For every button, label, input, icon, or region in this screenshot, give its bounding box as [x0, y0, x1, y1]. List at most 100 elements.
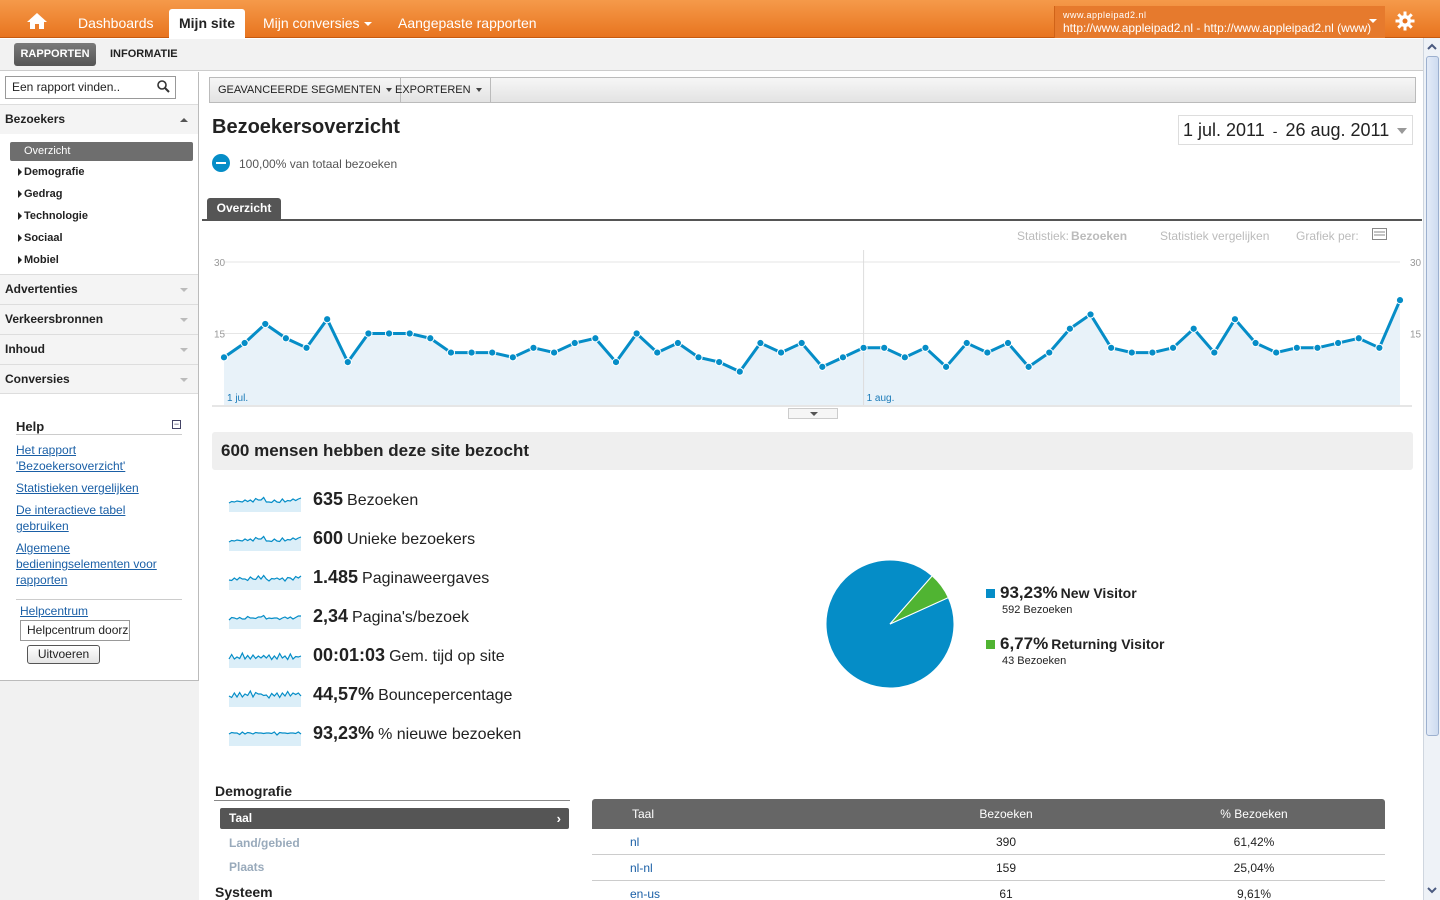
- informatie-button[interactable]: INFORMATIE: [110, 43, 178, 66]
- gear-icon[interactable]: [1389, 6, 1421, 36]
- scroll-up-icon[interactable]: [1425, 40, 1439, 54]
- advanced-segments-button[interactable]: GEAVANCEERDE SEGMENTEN: [210, 78, 401, 102]
- legend-label: New Visitor: [1060, 585, 1137, 601]
- metric-label: % nieuwe bezoeken: [378, 726, 522, 743]
- scrollbar-thumb[interactable]: [1426, 56, 1439, 736]
- data-point: [1065, 324, 1074, 333]
- data-point: [1045, 348, 1054, 357]
- nav-mijn-site-label: Mijn site: [179, 15, 236, 31]
- language-link[interactable]: en-us: [630, 881, 660, 900]
- report-search-input[interactable]: Een rapport vinden..: [5, 76, 176, 99]
- column-header-pct[interactable]: % Bezoeken: [1214, 799, 1294, 829]
- search-icon[interactable]: [157, 80, 170, 96]
- sidebar-item-label: Demografie: [24, 166, 85, 178]
- help-link-controls[interactable]: Algemene bedieningselementen voor rappor…: [16, 540, 181, 588]
- home-icon[interactable]: [14, 6, 60, 36]
- data-point: [1230, 315, 1240, 324]
- data-point: [880, 343, 889, 352]
- data-point: [735, 367, 744, 376]
- demografie-item-plaats[interactable]: Plaats: [229, 860, 264, 874]
- data-point: [281, 334, 290, 343]
- column-header-bezoeken[interactable]: Bezoeken: [966, 799, 1046, 829]
- help-link-compare[interactable]: Statistieken vergelijken: [16, 480, 181, 496]
- sidebar-item-overzicht[interactable]: Overzicht: [10, 142, 193, 161]
- data-point: [632, 329, 641, 338]
- sidebar-section-label: Conversies: [5, 372, 70, 386]
- data-point: [673, 338, 682, 348]
- tab-overzicht[interactable]: Overzicht: [207, 198, 281, 219]
- nav-mijn-site[interactable]: Mijn site: [169, 9, 246, 39]
- uitvoeren-button[interactable]: Uitvoeren: [27, 645, 100, 664]
- data-point: [261, 319, 270, 329]
- sparkline-icon: [228, 496, 302, 512]
- triangle-right-icon: [18, 212, 22, 221]
- top-navigation-bar: Dashboards Mijn site Mijn conversies Aan…: [0, 0, 1440, 39]
- scroll-down-icon[interactable]: [1425, 883, 1439, 897]
- visits-cell: 159: [995, 861, 1017, 875]
- language-link[interactable]: nl-nl: [630, 855, 653, 881]
- nav-dashboards-label: Dashboards: [78, 15, 154, 31]
- metric-label: Paginaweergaves: [362, 570, 490, 587]
- export-label: EXPORTEREN: [395, 84, 471, 96]
- sidebar-item-technologie[interactable]: Technologie: [18, 210, 88, 222]
- sidebar-item-demografie[interactable]: Demografie: [18, 166, 85, 178]
- sidebar-section-conversies[interactable]: Conversies: [0, 364, 198, 394]
- vertical-scrollbar[interactable]: [1423, 38, 1440, 900]
- sparkline-icon: [228, 574, 302, 590]
- account-url: http://www.appleipad2.nl - http://www.ap…: [1063, 21, 1372, 35]
- demografie-title: Demografie: [215, 783, 293, 799]
- data-point: [1168, 343, 1178, 352]
- legend-swatch: [986, 589, 995, 598]
- nav-mijn-conversies[interactable]: Mijn conversies: [253, 9, 382, 38]
- visits-line-chart[interactable]: 15 15 30 30 1 jul. 1 aug.: [202, 245, 1422, 408]
- visitor-type-pie-chart[interactable]: [822, 556, 958, 692]
- data-point: [942, 362, 951, 371]
- data-point: [1313, 343, 1322, 352]
- account-name: www.appleipad2.nl: [1063, 10, 1147, 20]
- data-point: [962, 338, 971, 348]
- divider: [202, 219, 1422, 221]
- rapporten-button[interactable]: RAPPORTEN: [14, 43, 96, 66]
- data-point: [591, 334, 600, 343]
- sparkline-icon: [228, 614, 301, 629]
- data-point: [1107, 343, 1116, 352]
- sidebar-item-gedrag[interactable]: Gedrag: [18, 188, 63, 200]
- chevron-down-icon: [180, 318, 188, 322]
- data-point: [1003, 338, 1013, 348]
- data-point: [756, 338, 765, 348]
- metric-value: 635 Bezoeken: [313, 489, 419, 509]
- legend-value: 6,77% Returning Visitor: [1000, 634, 1165, 654]
- y-tick-label-left: 30: [214, 258, 226, 269]
- sidebar-item-sociaal[interactable]: Sociaal: [18, 232, 63, 244]
- sidebar-item-mobiel[interactable]: Mobiel: [18, 254, 59, 266]
- compare-statistic-button[interactable]: Statistiek vergelijken: [1160, 229, 1269, 243]
- chart-expand-handle[interactable]: [788, 408, 838, 419]
- statistic-selector[interactable]: Statistiek: Bezoeken: [1017, 229, 1127, 243]
- helpcentrum-link[interactable]: Helpcentrum: [20, 604, 88, 618]
- sidebar-section-advertenties[interactable]: Advertenties: [0, 274, 198, 304]
- sidebar-section-bezoekers[interactable]: Bezoekers: [0, 104, 198, 134]
- nav-aangepaste-rapporten[interactable]: Aangepaste rapporten: [388, 9, 547, 38]
- demografie-item-land[interactable]: Land/gebied: [229, 836, 300, 850]
- account-selector[interactable]: www.appleipad2.nl http://www.appleipad2.…: [1054, 6, 1385, 38]
- date-separator: -: [1272, 123, 1278, 139]
- date-range-picker[interactable]: 1 jul. 2011 - 26 aug. 2011: [1178, 115, 1413, 145]
- data-point: [467, 348, 476, 357]
- column-header-taal[interactable]: Taal: [632, 799, 654, 829]
- helpcentrum-search-input[interactable]: Helpcentrum doorzoeken: [20, 620, 130, 641]
- y-tick-label-right: 30: [1410, 258, 1422, 269]
- collapse-icon[interactable]: −: [172, 420, 181, 429]
- sidebar-section-verkeersbronnen[interactable]: Verkeersbronnen: [0, 304, 198, 334]
- help-link-table[interactable]: De interactieve tabel gebruiken: [16, 502, 181, 534]
- date-end: 26 aug. 2011: [1285, 120, 1390, 140]
- legend-value: 93,23% New Visitor: [1000, 583, 1137, 603]
- chart-options-icon[interactable]: [1372, 228, 1387, 243]
- sidebar-section-label: Advertenties: [5, 282, 78, 296]
- nav-dashboards[interactable]: Dashboards: [68, 9, 164, 38]
- help-link-report[interactable]: Het rapport 'Bezoekersoverzicht': [16, 442, 181, 474]
- export-button[interactable]: EXPORTEREN: [387, 78, 491, 102]
- sidebar-section-inhoud[interactable]: Inhoud: [0, 334, 198, 364]
- demografie-item-taal[interactable]: Taal ›: [220, 808, 569, 829]
- language-link[interactable]: nl: [630, 829, 639, 855]
- report-mode-bar: RAPPORTEN INFORMATIE: [0, 39, 1440, 71]
